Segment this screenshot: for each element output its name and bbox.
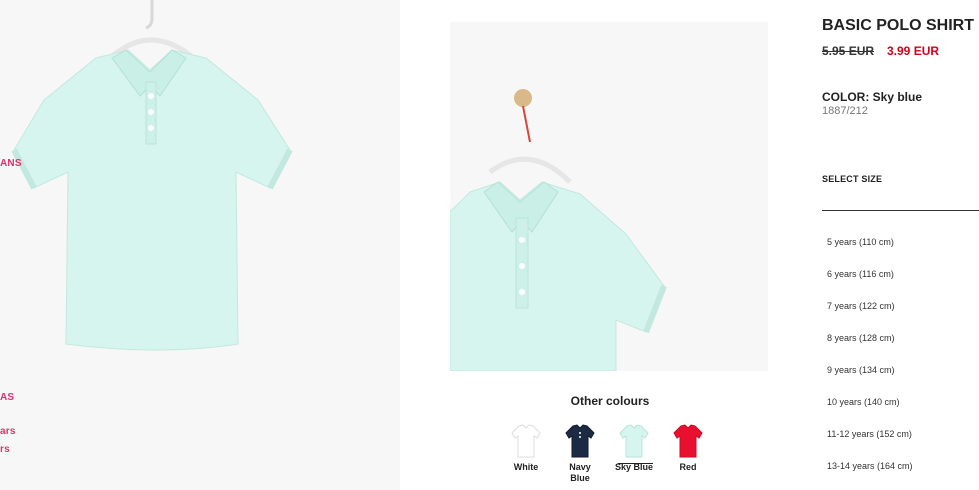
main-product-image[interactable] <box>0 0 400 490</box>
size-option-10-years[interactable]: 10 years (140 cm) <box>827 397 900 407</box>
selected-color-label: COLOR: Sky blue <box>822 90 923 104</box>
size-option-11-12-years[interactable]: 11-12 years (152 cm) <box>827 429 912 439</box>
side-link-3[interactable]: ars <box>0 426 16 437</box>
colour-swatch-sky-blue[interactable]: Sky Blue <box>614 424 654 473</box>
side-link-2[interactable]: AS <box>0 392 14 403</box>
colour-swatch-navy-blue[interactable]: Navy Blue <box>560 424 600 484</box>
polo-shirt-closeup-image <box>450 89 667 371</box>
sky-blue-polo-icon <box>619 424 649 458</box>
side-link-4[interactable]: rs <box>0 444 10 455</box>
red-polo-icon <box>673 424 703 458</box>
size-option-9-years[interactable]: 9 years (134 cm) <box>827 365 895 375</box>
size-option-5-years[interactable]: 5 years (110 cm) <box>827 237 894 247</box>
selected-swatch-indicator <box>618 463 653 464</box>
navy-polo-icon <box>565 424 595 458</box>
other-colours-title: Other colours <box>570 394 650 408</box>
product-reference: 1887/212 <box>822 105 868 117</box>
size-option-13-14-years[interactable]: 13-14 years (164 cm) <box>827 461 913 471</box>
swatch-label: White <box>513 462 539 472</box>
swatch-label: Red <box>679 462 697 472</box>
size-option-7-years[interactable]: 7 years (122 cm) <box>827 301 895 311</box>
colour-swatch-white[interactable]: White <box>506 424 546 473</box>
secondary-product-image[interactable] <box>450 22 768 371</box>
size-divider <box>822 210 979 211</box>
product-title: BASIC POLO SHIRT <box>822 17 975 34</box>
colour-swatch-red[interactable]: Red <box>668 424 708 473</box>
size-option-8-years[interactable]: 8 years (128 cm) <box>827 333 895 343</box>
side-link-1[interactable]: ANS <box>0 158 22 169</box>
polo-shirt-image <box>11 0 293 351</box>
old-price: 5.95 EUR <box>822 44 875 58</box>
size-option-6-years[interactable]: 6 years (116 cm) <box>827 269 894 279</box>
white-polo-icon <box>511 424 541 458</box>
sale-price: 3.99 EUR <box>887 44 940 58</box>
select-size-label: SELECT SIZE <box>822 174 883 184</box>
swatch-label: Navy Blue <box>569 462 591 483</box>
